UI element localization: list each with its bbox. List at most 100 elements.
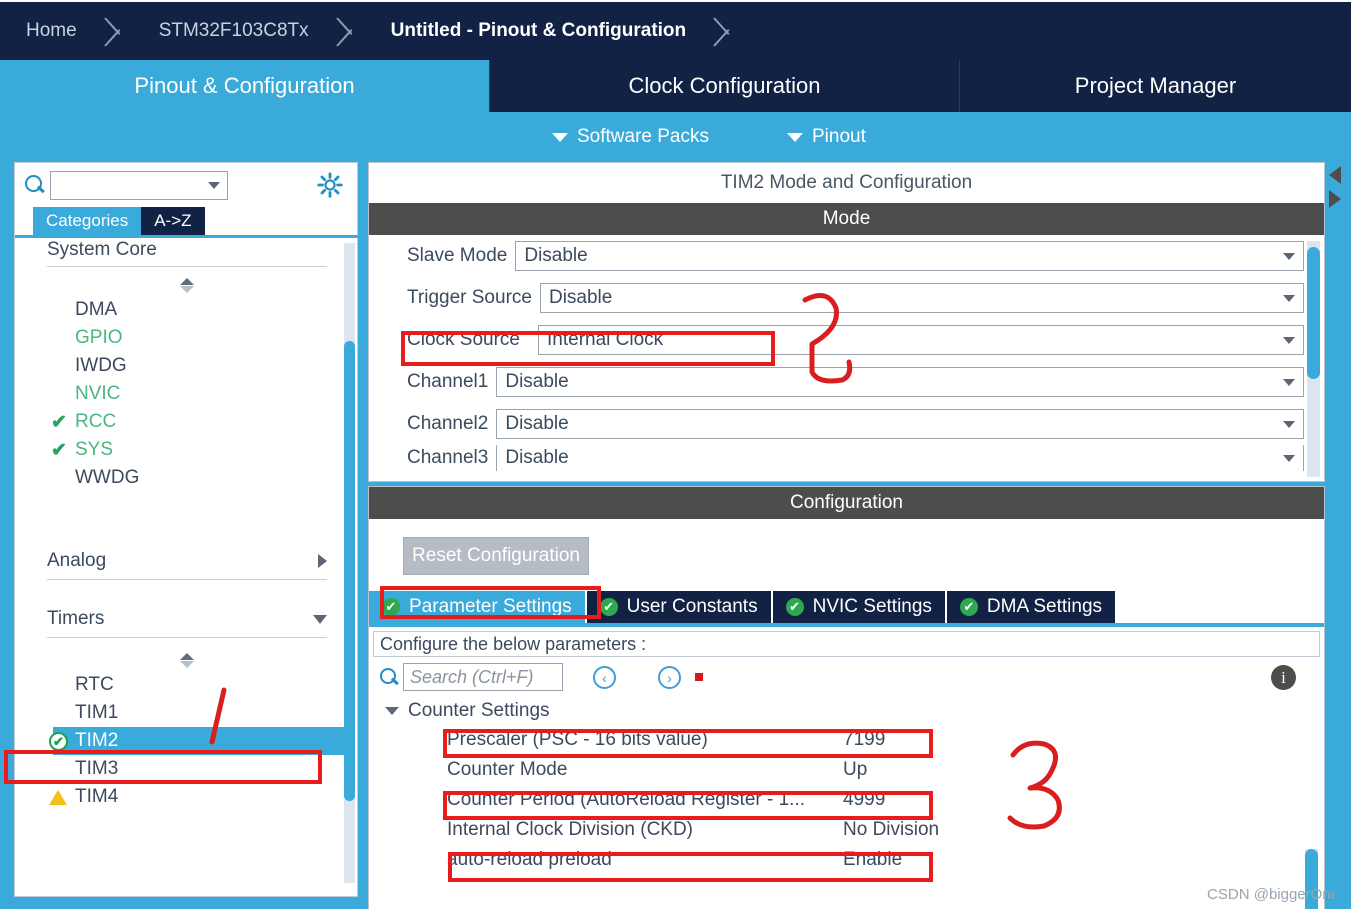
check-icon: ✔ bbox=[51, 411, 67, 433]
tab-a-to-z[interactable]: A->Z bbox=[141, 207, 205, 235]
sidebar-item-gpio[interactable]: GPIO bbox=[25, 324, 349, 352]
peripheral-search-input[interactable] bbox=[50, 170, 228, 200]
sidebar-item-wwdg[interactable]: WWDG bbox=[25, 464, 349, 492]
item-label: TIM4 bbox=[75, 786, 119, 807]
parameter-search-input[interactable]: Search (Ctrl+F) bbox=[403, 663, 563, 691]
item-label: WWDG bbox=[75, 467, 140, 488]
clock-source-select[interactable]: Internal Clock bbox=[538, 325, 1304, 355]
scroll-up-down-spinner[interactable] bbox=[25, 274, 349, 296]
check-circle-icon: ✔ bbox=[382, 598, 400, 616]
chevron-down-icon bbox=[313, 614, 327, 624]
tab-pinout-configuration[interactable]: Pinout & Configuration bbox=[0, 60, 490, 112]
previous-match-button[interactable]: ‹ bbox=[593, 665, 616, 689]
gear-icon[interactable] bbox=[317, 172, 343, 198]
sidebar-item-rtc[interactable]: RTC bbox=[25, 671, 349, 699]
row-channel1: Channel1 Disable bbox=[369, 361, 1324, 403]
check-icon: ✔ bbox=[51, 439, 67, 461]
parameter-value[interactable]: Enable bbox=[843, 849, 902, 871]
tab-label: Project Manager bbox=[1074, 73, 1237, 98]
info-icon[interactable]: i bbox=[1271, 664, 1296, 690]
tree-group-analog[interactable]: Analog bbox=[25, 538, 349, 584]
sidebar-item-tim1[interactable]: TIM1 bbox=[25, 699, 349, 727]
sidebar-item-tim3[interactable]: TIM3 bbox=[25, 755, 349, 783]
sidebar-item-sys[interactable]: ✔ SYS bbox=[25, 436, 349, 464]
table-row[interactable]: Prescaler (PSC - 16 bits value) 7199 bbox=[369, 725, 1324, 755]
menu-pinout[interactable]: Pinout bbox=[787, 126, 866, 148]
sidebar-item-rcc[interactable]: ✔ RCC bbox=[25, 408, 349, 436]
sidebar-item-iwdg[interactable]: IWDG bbox=[25, 352, 349, 380]
table-row[interactable]: Internal Clock Division (CKD) No Divisio… bbox=[369, 815, 1324, 845]
sidebar-item-nvic[interactable]: NVIC bbox=[25, 380, 349, 408]
breadcrumb-separator-icon bbox=[331, 2, 365, 60]
section-counter-settings[interactable]: Counter Settings bbox=[369, 697, 1324, 725]
parameter-value[interactable]: 4999 bbox=[843, 789, 885, 811]
item-label: TIM1 bbox=[75, 702, 119, 723]
mode-scrollbar[interactable] bbox=[1307, 241, 1320, 477]
configuration-tab-bar: ✔ Parameter Settings ✔ User Constants ✔ … bbox=[369, 591, 1324, 627]
table-row[interactable]: auto-reload preload Enable bbox=[369, 845, 1324, 875]
field-label: Slave Mode bbox=[407, 245, 508, 266]
channel2-select[interactable]: Disable bbox=[496, 409, 1304, 439]
tab-project-manager[interactable]: Project Manager bbox=[960, 60, 1351, 112]
peripheral-tree-panel: Categories A->Z System Core DMA GPIO IWD… bbox=[14, 162, 359, 897]
breadcrumb-item-mcu[interactable]: STM32F103C8Tx bbox=[133, 2, 331, 60]
chevron-down-icon[interactable] bbox=[208, 181, 220, 189]
chevron-down-icon bbox=[1283, 454, 1295, 462]
table-row[interactable]: Counter Period (AutoReload Register - 1.… bbox=[369, 785, 1324, 815]
channel1-select[interactable]: Disable bbox=[496, 367, 1304, 397]
peripheral-search-row bbox=[15, 163, 357, 207]
tab-categories[interactable]: Categories bbox=[33, 207, 142, 235]
breadcrumb-label: STM32F103C8Tx bbox=[158, 20, 309, 41]
breadcrumb-item-home[interactable]: Home bbox=[0, 2, 99, 60]
caret-up-icon[interactable] bbox=[180, 277, 194, 285]
panel-collapse-controls bbox=[1327, 164, 1347, 218]
tab-label: Clock Configuration bbox=[628, 73, 821, 98]
caret-down-icon[interactable] bbox=[180, 660, 194, 668]
tab-user-constants[interactable]: ✔ User Constants bbox=[586, 591, 773, 623]
sidebar-item-tim4[interactable]: TIM4 bbox=[25, 783, 349, 811]
tree-group-timers[interactable]: Timers bbox=[25, 596, 349, 642]
field-value: Disable bbox=[505, 371, 569, 392]
channel3-select[interactable]: Disable bbox=[496, 445, 1304, 471]
tab-clock-configuration[interactable]: Clock Configuration bbox=[490, 60, 960, 112]
main-tab-bar: Pinout & Configuration Clock Configurati… bbox=[0, 60, 1351, 112]
warning-triangle-icon bbox=[49, 789, 67, 805]
scrollbar-thumb[interactable] bbox=[1307, 247, 1320, 379]
item-label: GPIO bbox=[75, 327, 123, 348]
parameter-value[interactable]: 7199 bbox=[843, 729, 885, 751]
sidebar-item-tim2[interactable]: ✔ TIM2 bbox=[49, 727, 349, 755]
sidebar-item-dma[interactable]: DMA bbox=[25, 296, 349, 324]
breadcrumb-item-current[interactable]: Untitled - Pinout & Configuration bbox=[365, 2, 709, 60]
peripheral-tree: System Core DMA GPIO IWDG NVIC ✔ RCC ✔ S… bbox=[25, 241, 349, 886]
tree-group-system-core[interactable]: System Core bbox=[25, 241, 349, 263]
scrollbar-thumb[interactable] bbox=[344, 341, 355, 801]
chevron-down-icon bbox=[1283, 252, 1295, 260]
parameter-list: Prescaler (PSC - 16 bits value) 7199 Cou… bbox=[369, 725, 1324, 875]
breadcrumb-separator-icon bbox=[708, 2, 742, 60]
item-label: TIM3 bbox=[75, 758, 119, 779]
tab-nvic-settings[interactable]: ✔ NVIC Settings bbox=[772, 591, 947, 623]
search-icon bbox=[379, 667, 399, 687]
collapse-right-icon[interactable] bbox=[1329, 190, 1341, 208]
caret-up-icon[interactable] bbox=[180, 652, 194, 660]
next-match-button[interactable]: › bbox=[658, 665, 681, 689]
section-label: Counter Settings bbox=[408, 700, 550, 721]
parameter-value[interactable]: No Division bbox=[843, 819, 939, 841]
table-row[interactable]: Counter Mode Up bbox=[369, 755, 1324, 785]
watermark: CSDN @biggerOne bbox=[1207, 886, 1339, 903]
tab-dma-settings[interactable]: ✔ DMA Settings bbox=[946, 591, 1116, 623]
slave-mode-select[interactable]: Disable bbox=[515, 241, 1304, 271]
caret-down-icon[interactable] bbox=[180, 285, 194, 293]
reset-configuration-button[interactable]: Reset Configuration bbox=[403, 537, 589, 575]
parameter-value[interactable]: Up bbox=[843, 759, 867, 781]
tree-scrollbar[interactable] bbox=[344, 243, 355, 883]
collapse-left-icon[interactable] bbox=[1329, 166, 1341, 184]
field-value: Internal Clock bbox=[547, 329, 664, 350]
tab-parameter-settings[interactable]: ✔ Parameter Settings bbox=[369, 591, 587, 623]
scroll-up-down-spinner-timers[interactable] bbox=[25, 649, 349, 671]
field-label: Clock Source bbox=[407, 329, 520, 350]
menu-software-packs[interactable]: Software Packs bbox=[552, 126, 709, 148]
trigger-source-select[interactable]: Disable bbox=[539, 283, 1304, 313]
parameter-name: Counter Mode bbox=[447, 759, 568, 780]
item-label: RCC bbox=[75, 411, 117, 432]
